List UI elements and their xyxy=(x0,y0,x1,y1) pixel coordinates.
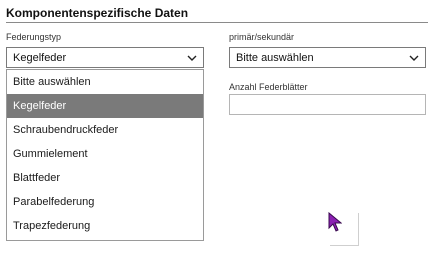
dropdown-option-blattfeder[interactable]: Blattfeder xyxy=(7,166,203,190)
section-divider xyxy=(6,22,428,23)
section-title: Komponentenspezifische Daten xyxy=(6,6,189,20)
dropdown-option-bitte-auswaehlen[interactable]: Bitte auswählen xyxy=(7,70,203,94)
dropdown-option-parabelfederung[interactable]: Parabelfederung xyxy=(7,190,203,214)
dropdown-option-trapezfederung[interactable]: Trapezfederung xyxy=(7,214,203,238)
leaf-count-input[interactable] xyxy=(229,94,426,115)
spring-type-dropdown-list: Bitte auswählen Kegelfeder Schraubendruc… xyxy=(6,69,204,241)
chevron-down-icon xyxy=(409,53,419,63)
primary-secondary-select[interactable]: Bitte auswählen xyxy=(229,47,426,68)
ghost-edge-right xyxy=(358,213,359,245)
primary-secondary-selected-value: Bitte auswählen xyxy=(236,51,314,64)
leaf-count-label: Anzahl Federblätter xyxy=(229,82,308,92)
ghost-edge-bottom xyxy=(330,245,359,246)
spring-type-select[interactable]: Kegelfeder xyxy=(6,47,204,68)
dropdown-option-gummielement[interactable]: Gummielement xyxy=(7,142,203,166)
spring-type-label: Federungstyp xyxy=(6,32,62,42)
primary-secondary-label: primär/sekundär xyxy=(229,32,295,42)
chevron-down-icon xyxy=(187,53,197,63)
spring-type-selected-value: Kegelfeder xyxy=(13,51,67,64)
mouse-pointer-icon xyxy=(328,212,342,232)
dropdown-option-kegelfeder[interactable]: Kegelfeder xyxy=(7,94,203,118)
dropdown-option-schraubendruckfeder[interactable]: Schraubendruckfeder xyxy=(7,118,203,142)
